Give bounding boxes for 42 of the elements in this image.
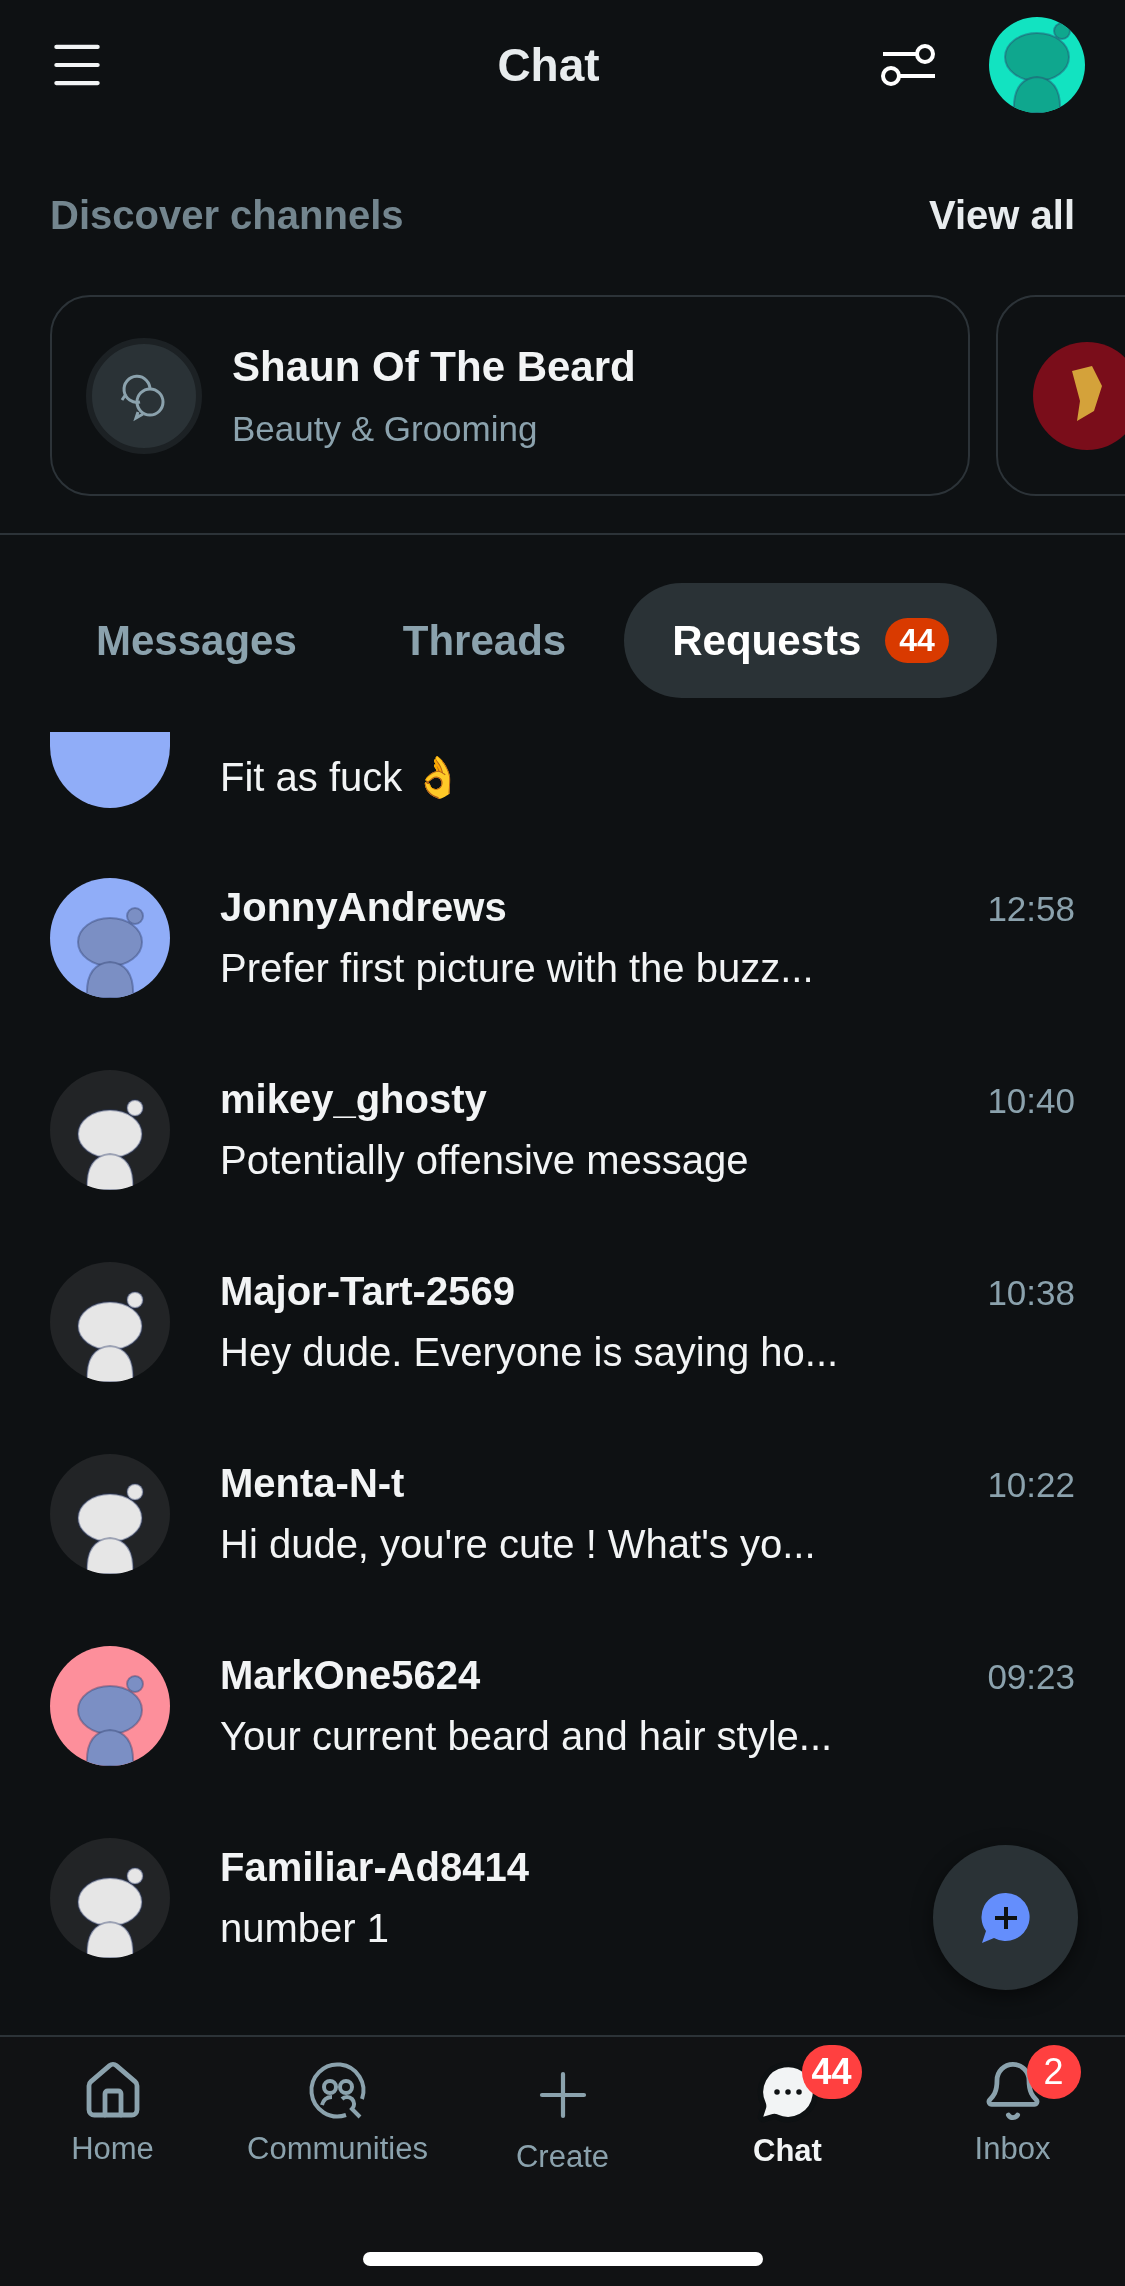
username: JonnyAndrews <box>220 885 507 930</box>
section-title: Discover channels <box>50 192 404 238</box>
username: MarkOne5624 <box>220 1653 481 1698</box>
message-time: 10:22 <box>987 1465 1075 1505</box>
nav-tab[interactable]: Inbox 2 <box>902 2045 1123 2175</box>
username: Major-Tart-2569 <box>220 1269 515 1314</box>
message-time: 09:23 <box>987 1657 1075 1697</box>
conversation-row[interactable]: JonnyAndrews 12:58 Prefer first picture with the buzz... <box>0 842 1125 1034</box>
message-time: 10:38 <box>987 1273 1075 1313</box>
nav-tab[interactable]: Home <box>2 2045 223 2175</box>
nav-tab[interactable]: Communities <box>227 2045 448 2175</box>
count-badge: 44 <box>885 618 949 663</box>
tab[interactable]: Requests 44 <box>624 583 997 698</box>
nav-tab[interactable]: Create <box>452 2045 673 2175</box>
conversation-row[interactable]: Familiar-Ad8414 number 1 <box>0 1802 1125 1994</box>
message-preview: Hi dude, you're cute ! What's yo... <box>220 1522 816 1567</box>
username: Familiar-Ad8414 <box>220 1845 530 1890</box>
channel-card[interactable]: Shaun Of The Beard Beauty & Grooming <box>50 295 970 496</box>
tab[interactable]: Messages <box>48 583 345 698</box>
username: Menta-N-t <box>220 1461 405 1506</box>
tab[interactable]: Threads <box>354 583 615 698</box>
notification-badge: 2 <box>1026 2045 1081 2099</box>
message-preview: number 1 <box>220 1906 389 1951</box>
message-preview: Potentially offensive message <box>220 1138 749 1183</box>
username: mikey_ghosty <box>220 1077 487 1122</box>
conversation-row[interactable]: MarkOne5624 09:23 Your current beard and hair style... <box>0 1610 1125 1802</box>
conversation-row[interactable]: Fit as fuck 👌 <box>0 732 1125 842</box>
screen-title: Chat <box>497 38 600 92</box>
view-all-link[interactable]: View all <box>929 192 1075 238</box>
message-preview: Fit as fuck 👌 <box>220 754 464 801</box>
message-preview: Hey dude. Everyone is saying ho... <box>220 1330 839 1375</box>
conversation-row[interactable]: Major-Tart-2569 10:38 Hey dude. Everyone is saying ho... <box>0 1226 1125 1418</box>
notification-badge: 44 <box>801 2045 862 2099</box>
channel-name: Shaun Of The Beard <box>232 342 636 391</box>
nav-tab[interactable]: Chat 44 <box>677 2045 898 2175</box>
message-preview: Prefer first picture with the buzz... <box>220 946 814 991</box>
message-time: 12:58 <box>987 889 1075 929</box>
message-preview: Your current beard and hair style... <box>220 1714 833 1759</box>
conversation-row[interactable]: Menta-N-t 10:22 Hi dude, you're cute ! What's yo... <box>0 1418 1125 1610</box>
message-time: 10:40 <box>987 1081 1075 1121</box>
channel-category: Beauty & Grooming <box>232 408 539 449</box>
conversation-row[interactable]: mikey_ghosty 10:40 Potentially offensive message <box>0 1034 1125 1226</box>
